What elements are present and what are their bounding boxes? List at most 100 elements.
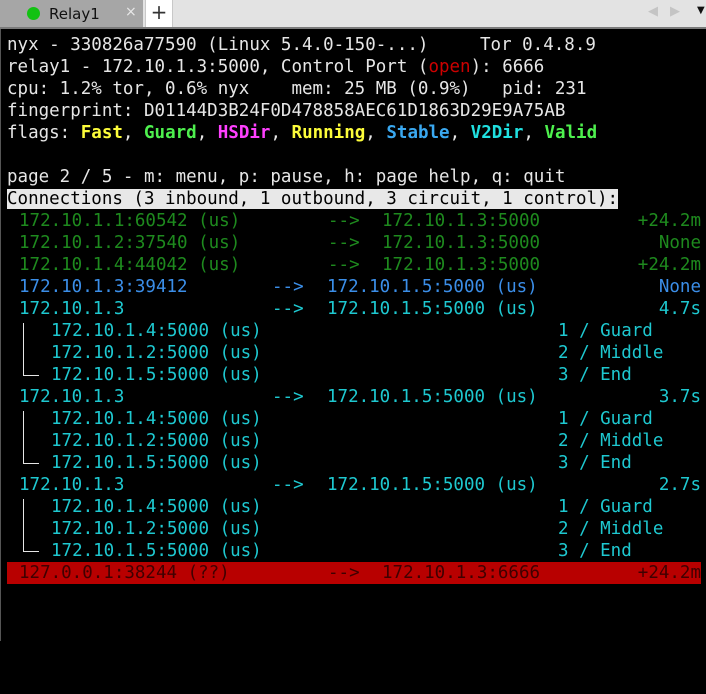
scroll-tabs-left-icon[interactable]: ◀: [648, 4, 658, 19]
conn-src: 127.0.0.1:38244 (??): [19, 563, 230, 583]
circuit-hop-row[interactable]: 172.10.1.2:5000 (us) 2 / Middle: [7, 518, 701, 540]
conn-src: 172.10.1.3: [19, 299, 125, 319]
system-info: nyx - 330826a77590 (Linux 5.4.0-150-...): [7, 35, 429, 55]
hop-address: 172.10.1.4:5000 (us): [51, 409, 262, 429]
circuit-hop-row[interactable]: 172.10.1.4:5000 (us) 1 / Guard: [7, 496, 701, 518]
conn-arrow: -->: [272, 277, 304, 297]
conn-time: +24.2m: [637, 255, 701, 275]
flag-guard: Guard: [144, 123, 197, 143]
flag-separator: ,: [270, 123, 292, 143]
hop-role: 1 / Guard: [558, 321, 653, 341]
conn-arrow: -->: [328, 211, 360, 231]
flag-separator: ,: [365, 123, 387, 143]
conn-src: 172.10.1.3: [19, 475, 125, 495]
header-line-relay: relay1 - 172.10.1.3:5000, Control Port (…: [7, 56, 544, 78]
connections-title-text: Connections (3 inbound, 1 outbound, 3 ci…: [7, 189, 619, 209]
connection-row-outbound[interactable]: 172.10.1.3:39412 --> 172.10.1.5:5000 (us…: [7, 276, 701, 298]
hop-address: 172.10.1.5:5000 (us): [51, 453, 262, 473]
circuit-hop-row[interactable]: 172.10.1.5:5000 (us) 3 / End: [7, 452, 701, 474]
circuit-hop-row[interactable]: 172.10.1.5:5000 (us) 3 / End: [7, 540, 701, 562]
scroll-tabs-right-icon[interactable]: ▶: [670, 4, 680, 19]
control-port-status: open: [428, 57, 471, 77]
conn-src: 172.10.1.2:37540 (us): [19, 233, 241, 253]
connection-row-inbound[interactable]: 172.10.1.4:44042 (us) --> 172.10.1.3:500…: [7, 254, 701, 276]
flags-label: flags:: [7, 123, 81, 143]
circuit-hop-row[interactable]: 172.10.1.4:5000 (us) 1 / Guard: [7, 320, 701, 342]
conn-arrow: -->: [328, 563, 360, 583]
hop-role: 2 / Middle: [558, 431, 664, 451]
conn-time: +24.2m: [637, 211, 701, 231]
header-line-resources: cpu: 1.2% tor, 0.6% nyx mem: 25 MB (0.9%…: [7, 79, 587, 99]
circuit-hop-row[interactable]: 172.10.1.5:5000 (us) 3 / End: [7, 364, 701, 386]
conn-arrow: -->: [272, 299, 304, 319]
conn-time: None: [658, 277, 701, 297]
header-line-flags: flags: Fast, Guard, HSDir, Running, Stab…: [7, 122, 597, 144]
conn-time: +24.2m: [637, 563, 701, 583]
tab-bar: Relay1 × + ◀ ▶ ▼: [0, 0, 706, 29]
flag-valid: Valid: [544, 123, 598, 143]
conn-dst: 172.10.1.5:5000 (us): [327, 277, 538, 297]
circuit-hop-row[interactable]: 172.10.1.4:5000 (us) 1 / Guard: [7, 408, 701, 430]
conn-time: None: [658, 233, 701, 253]
terminal[interactable]: nyx - 330826a77590 (Linux 5.4.0-150-...)…: [0, 29, 706, 641]
pager-help: page 2 / 5 - m: menu, p: pause, h: page …: [7, 167, 566, 187]
header-line-system: nyx - 330826a77590 (Linux 5.4.0-150-...)…: [7, 34, 701, 56]
conn-time: 3.7s: [658, 387, 701, 407]
conn-arrow: -->: [272, 475, 304, 495]
close-tab-icon[interactable]: ×: [125, 4, 137, 20]
conn-time: 4.7s: [658, 299, 701, 319]
conn-dst: 172.10.1.5:5000 (us): [327, 387, 538, 407]
conn-dst: 172.10.1.3:5000: [382, 233, 541, 253]
connection-row-circuit[interactable]: 172.10.1.3 --> 172.10.1.5:5000 (us) 2.7s: [7, 474, 701, 496]
conn-src: 172.10.1.1:60542 (us): [19, 211, 241, 231]
connection-row-control[interactable]: 127.0.0.1:38244 (??) --> 172.10.1.3:6666…: [7, 562, 701, 584]
flag-separator: ,: [122, 123, 144, 143]
connection-row-circuit[interactable]: 172.10.1.3 --> 172.10.1.5:5000 (us) 3.7s: [7, 386, 701, 408]
flag-running: Running: [291, 123, 366, 143]
hop-role: 1 / Guard: [558, 497, 653, 517]
hop-address: 172.10.1.4:5000 (us): [51, 321, 262, 341]
conn-dst: 172.10.1.5:5000 (us): [327, 475, 538, 495]
hop-address: 172.10.1.2:5000 (us): [51, 431, 262, 451]
flag-v2dir: V2Dir: [470, 123, 524, 143]
connection-row-circuit[interactable]: 172.10.1.3 --> 172.10.1.5:5000 (us) 4.7s: [7, 298, 701, 320]
hop-address: 172.10.1.5:5000 (us): [51, 365, 262, 385]
conn-arrow: -->: [272, 387, 304, 407]
header-line-fingerprint: fingerprint: D01144D3B24F0D478858AEC61D1…: [7, 101, 566, 121]
conn-dst: 172.10.1.5:5000 (us): [327, 299, 538, 319]
hop-role: 3 / End: [558, 541, 632, 561]
flag-stable: Stable: [386, 123, 450, 143]
connection-row-inbound[interactable]: 172.10.1.1:60542 (us) --> 172.10.1.3:500…: [7, 210, 701, 232]
connection-row-inbound[interactable]: 172.10.1.2:37540 (us) --> 172.10.1.3:500…: [7, 232, 701, 254]
circuit-hop-row[interactable]: 172.10.1.2:5000 (us) 2 / Middle: [7, 430, 701, 452]
flag-fast: Fast: [80, 123, 123, 143]
tab-menu-chevron-down-icon[interactable]: ▼: [697, 5, 705, 16]
hop-address: 172.10.1.5:5000 (us): [51, 541, 262, 561]
conn-src: 172.10.1.3:39412: [19, 277, 188, 297]
flag-hsdir: HSDir: [217, 123, 271, 143]
conn-dst: 172.10.1.3:5000: [382, 255, 541, 275]
conn-time: 2.7s: [658, 475, 701, 495]
conn-dst: 172.10.1.3:5000: [382, 211, 541, 231]
circuit-hop-row[interactable]: 172.10.1.2:5000 (us) 2 / Middle: [7, 342, 701, 364]
hop-address: 172.10.1.2:5000 (us): [51, 519, 262, 539]
conn-src: 172.10.1.4:44042 (us): [19, 255, 241, 275]
flag-separator: ,: [196, 123, 218, 143]
hop-role: 3 / End: [558, 453, 632, 473]
hop-address: 172.10.1.2:5000 (us): [51, 343, 262, 363]
new-tab-button[interactable]: +: [145, 0, 173, 27]
hop-role: 3 / End: [558, 365, 632, 385]
hop-role: 2 / Middle: [558, 343, 664, 363]
connections-title: Connections (3 inbound, 1 outbound, 3 ci…: [7, 188, 619, 210]
tab-title: Relay1: [49, 4, 100, 23]
conn-arrow: -->: [328, 233, 360, 253]
tab-relay1[interactable]: Relay1 ×: [0, 0, 143, 27]
conn-src: 172.10.1.3: [19, 387, 125, 407]
hop-role: 2 / Middle: [558, 519, 664, 539]
flag-separator: ,: [449, 123, 471, 143]
tor-version: Tor 0.4.8.9: [480, 35, 596, 55]
hop-role: 1 / Guard: [558, 409, 653, 429]
status-dot-icon: [27, 7, 40, 20]
hop-address: 172.10.1.4:5000 (us): [51, 497, 262, 517]
control-port-number: ): 6666: [470, 57, 545, 77]
